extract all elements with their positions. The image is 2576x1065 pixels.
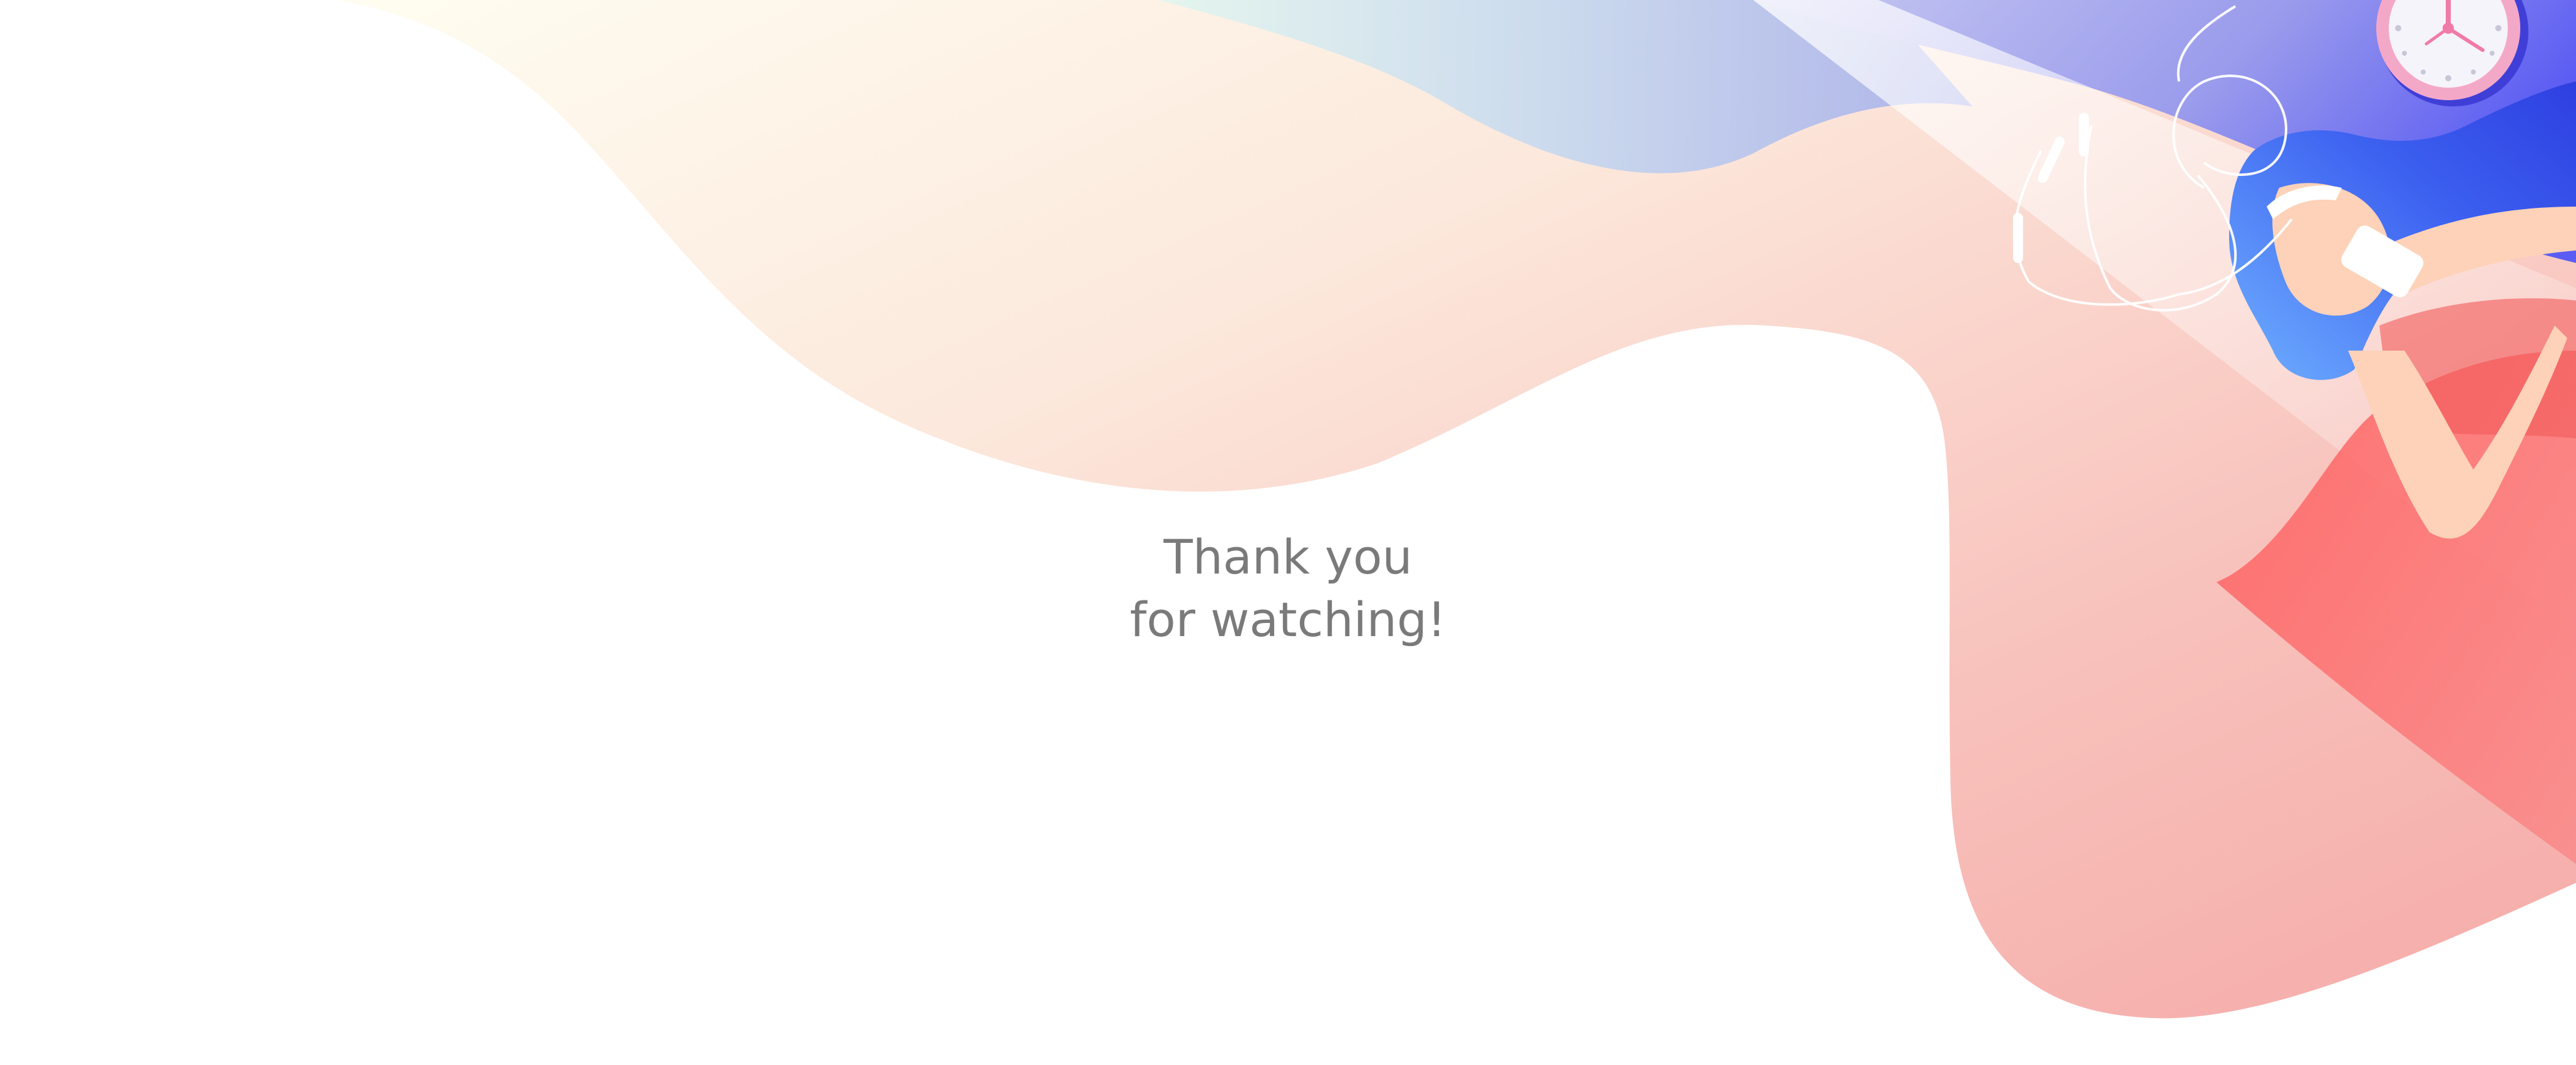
message-line-2: for watching!: [1130, 592, 1446, 647]
message-line-1: Thank you: [1163, 529, 1413, 585]
thank-you-message: Thank you for watching!: [975, 526, 1601, 651]
thank-you-slide: Thank you for watching!: [0, 0, 2576, 1065]
